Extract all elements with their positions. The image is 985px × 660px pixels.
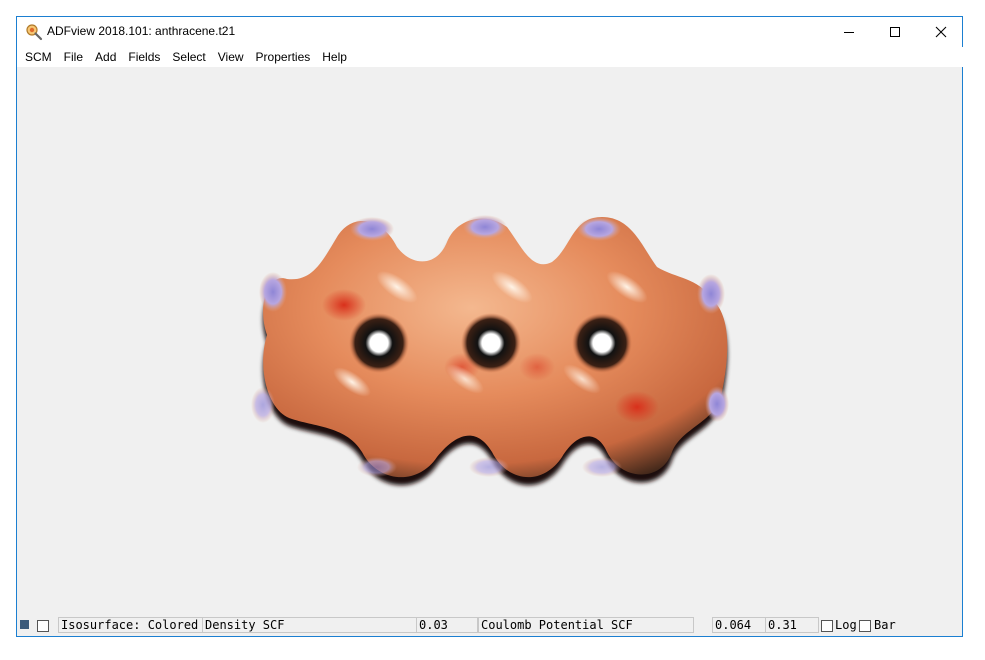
window-title: ADFview 2018.101: anthracene.t21 (47, 24, 236, 38)
app-icon (26, 24, 43, 41)
close-icon (935, 26, 947, 38)
maximize-icon (890, 27, 900, 37)
menu-view[interactable]: View (212, 47, 250, 67)
color-swatch-icon[interactable] (20, 620, 29, 629)
range-max-field[interactable]: 0.31 (765, 617, 819, 633)
maximize-button[interactable] (872, 17, 918, 47)
minimize-icon (844, 32, 854, 33)
bar-label: Bar (874, 618, 896, 632)
title-bar[interactable]: ADFview 2018.101: anthracene.t21 (17, 17, 962, 47)
minimize-button[interactable] (826, 17, 872, 47)
log-label: Log (835, 618, 857, 632)
menu-help[interactable]: Help (316, 47, 353, 67)
menu-scm[interactable]: SCM (19, 47, 58, 67)
iso-value-field[interactable]: 0.03 (416, 617, 478, 633)
menu-file[interactable]: File (58, 47, 89, 67)
menu-add[interactable]: Add (89, 47, 122, 67)
menu-properties[interactable]: Properties (250, 47, 317, 67)
bar-checkbox[interactable] (859, 620, 871, 632)
app-window: ADFview 2018.101: anthracene.t21 SCM Fil… (16, 16, 964, 637)
log-checkbox[interactable] (821, 620, 833, 632)
menu-fields[interactable]: Fields (122, 47, 166, 67)
visibility-checkbox[interactable] (37, 620, 49, 632)
close-button[interactable] (918, 17, 964, 47)
status-bar: Isosurface: Colored Density SCF 0.03 Cou… (17, 616, 962, 636)
field-name[interactable]: Density SCF (202, 617, 417, 633)
menu-select[interactable]: Select (166, 47, 211, 67)
molecule-isosurface[interactable] (17, 67, 962, 616)
3d-viewport[interactable] (17, 67, 962, 616)
menu-bar: SCM File Add Fields Select View Properti… (17, 47, 964, 67)
color-field-name[interactable]: Coulomb Potential SCF (478, 617, 694, 633)
isosurface-type[interactable]: Isosurface: Colored (58, 617, 203, 633)
range-min-field[interactable]: 0.064 (712, 617, 766, 633)
